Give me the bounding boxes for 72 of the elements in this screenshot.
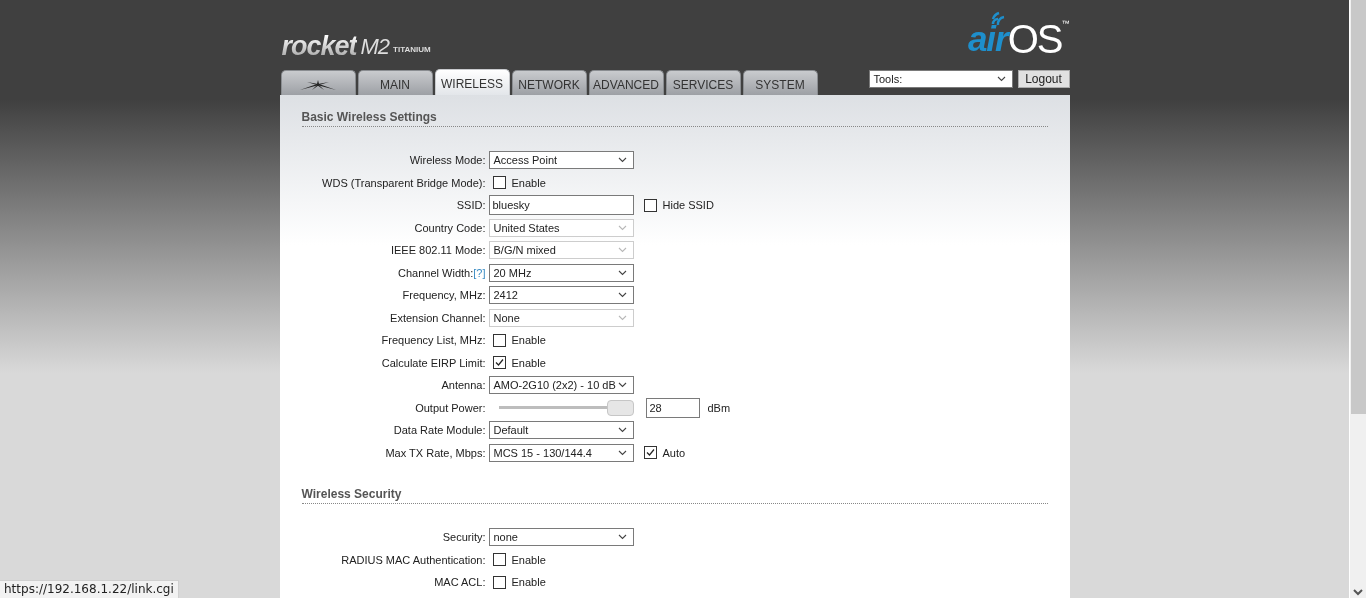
nav-tab[interactable]: WIRELESS: [434, 69, 510, 95]
product-logo: rocketM2 TITANIUM: [281, 35, 431, 57]
nav-tab[interactable]: ADVANCED: [588, 70, 664, 95]
field-label: Wireless Mode:: [409, 154, 486, 167]
chevron-down-icon: [617, 292, 627, 299]
checkbox[interactable]: [492, 356, 506, 370]
nav-tab[interactable]: MAIN: [357, 70, 433, 95]
checkbox-label: Enable: [511, 334, 546, 347]
home-tab[interactable]: [280, 70, 356, 95]
field-label: Security:: [442, 531, 486, 544]
field-label: MAC ACL:: [434, 576, 486, 589]
chevron-down-icon: [617, 449, 627, 456]
chevron-down-icon: [617, 534, 627, 541]
checkmark-icon: [644, 447, 656, 459]
field-label: IEEE 802.11 Mode:: [390, 244, 486, 257]
checkbox-label: Hide SSID: [662, 199, 714, 212]
field-label: Frequency List, MHz:: [381, 334, 486, 347]
nav-tab[interactable]: NETWORK: [511, 70, 587, 95]
field-label: Country Code:: [414, 221, 486, 234]
number-field[interactable]: 28: [645, 397, 700, 418]
text-field[interactable]: bluesky: [488, 195, 634, 216]
nav-tab[interactable]: SERVICES: [665, 70, 741, 95]
dropdown[interactable]: Access Point: [488, 151, 634, 170]
unit-label: dBm: [707, 401, 731, 414]
chevron-down-icon: [617, 224, 627, 231]
dropdown[interactable]: Tools:: [868, 70, 1013, 88]
slider-thumb[interactable]: [606, 399, 634, 416]
checkbox-label: Enable: [511, 356, 546, 369]
chevron-down-icon: [617, 314, 627, 321]
section-title: Wireless Security: [301, 487, 1048, 504]
scrollbar-thumb[interactable]: [1350, 0, 1366, 414]
field-label: Data Rate Module:: [393, 424, 486, 437]
checkbox[interactable]: [492, 575, 506, 589]
checkbox[interactable]: [643, 446, 657, 460]
status-url: https://192.168.1.22/link.cgi: [0, 580, 179, 598]
checkbox-label: Enable: [511, 553, 546, 566]
field-label: SSID:: [456, 199, 486, 212]
field-label: Antenna:: [441, 379, 486, 392]
chevron-down-icon: [617, 427, 627, 434]
chevron-down-icon: [617, 247, 627, 254]
chevron-down-icon: [617, 382, 627, 389]
chevron-down-icon: [996, 76, 1006, 82]
checkbox[interactable]: [643, 198, 657, 212]
field-label: Channel Width:: [398, 266, 474, 279]
checkmark-icon: [493, 357, 505, 369]
dropdown[interactable]: AMO-2G10 (2x2) - 10 dB: [488, 376, 634, 395]
field-label: WDS (Transparent Bridge Mode):: [322, 176, 486, 189]
dropdown[interactable]: Default: [488, 421, 634, 440]
scroll-down-icon[interactable]: [1353, 589, 1363, 596]
dropdown[interactable]: 20 MHz: [488, 263, 634, 282]
field-label: Calculate EIRP Limit:: [381, 356, 486, 369]
checkbox-label: Enable: [511, 176, 546, 189]
dropdown[interactable]: 2412: [488, 286, 634, 305]
field-label: RADIUS MAC Authentication:: [341, 553, 486, 566]
help-link[interactable]: [?]: [473, 266, 486, 279]
checkbox-label: Enable: [511, 576, 546, 589]
checkbox[interactable]: [492, 176, 506, 190]
checkbox[interactable]: [492, 333, 506, 347]
checkbox[interactable]: [492, 553, 506, 567]
field-label: Frequency, MHz:: [402, 289, 486, 302]
chevron-down-icon: [617, 269, 627, 276]
section-title: Basic Wireless Settings: [301, 110, 1048, 127]
brand-logo: airOS™: [967, 11, 1070, 59]
field-label: Max TX Rate, Mbps:: [385, 446, 486, 459]
dropdown[interactable]: MCS 15 - 130/144.4: [488, 443, 634, 462]
nav-tab[interactable]: SYSTEM: [742, 70, 818, 95]
dropdown[interactable]: none: [488, 528, 634, 547]
field-label: Output Power:: [415, 401, 486, 414]
field-label: Extension Channel:: [390, 311, 486, 324]
chevron-down-icon: [617, 157, 627, 164]
checkbox-label: Auto: [662, 446, 686, 459]
logout-button[interactable]: Logout: [1017, 70, 1070, 88]
